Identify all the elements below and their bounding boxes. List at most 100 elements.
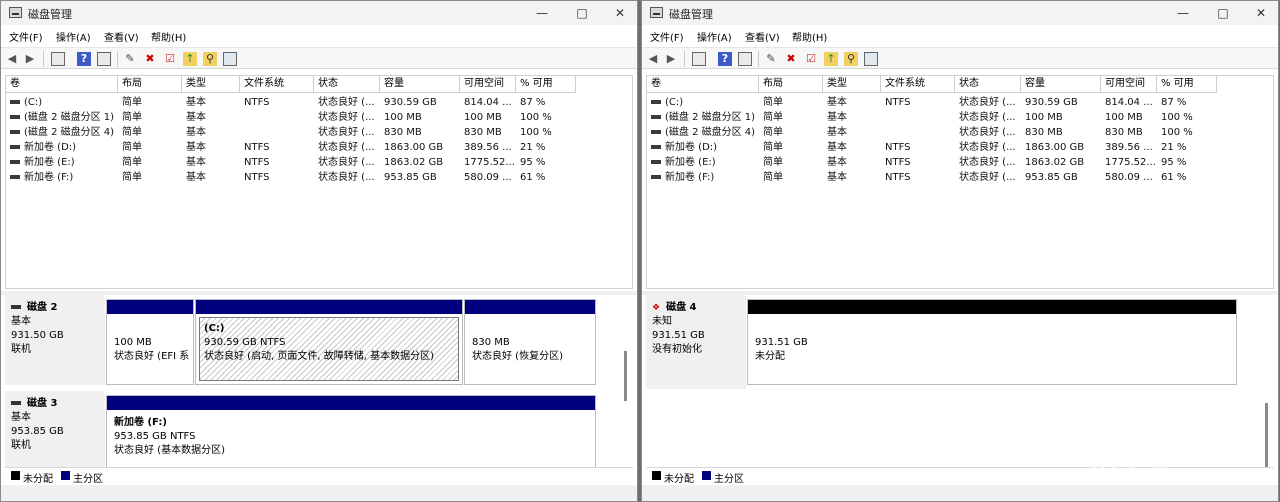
partition-status: 状态良好 (EFI 系 [114, 351, 190, 362]
connect-icon[interactable]: ✎ [123, 52, 137, 66]
folder-up-icon[interactable]: ↑ [183, 52, 197, 66]
disk-icon [11, 401, 21, 405]
cell-text: 简单 [122, 172, 142, 183]
cell-text: 新加卷 (E:) [24, 157, 75, 168]
column-header-layout[interactable]: 布局 [759, 76, 823, 93]
checklist-icon[interactable]: ☑ [804, 52, 818, 66]
partition-status: 状态良好 (恢复分区) [472, 351, 563, 362]
cell-text: 100 % [520, 112, 552, 123]
checklist-icon[interactable]: ☑ [163, 52, 177, 66]
cell-status: 状态良好 (... [314, 125, 380, 140]
column-header-free-space[interactable]: 可用空间 [460, 76, 516, 93]
partition-c[interactable]: (C:) 930.59 GB NTFS 状态良好 (启动, 页面文件, 故障转储… [195, 299, 463, 385]
column-header-capacity[interactable]: 容量 [1021, 76, 1101, 93]
help-icon[interactable]: ? [77, 52, 91, 66]
title-bar[interactable]: 磁盘管理 — □ ✕ [642, 1, 1278, 25]
cell-volume: (磁盘 2 磁盘分区 4) [6, 125, 118, 140]
menu-view[interactable]: 查看(V) [745, 29, 780, 44]
disk-3-label[interactable]: 磁盘 3 基本 953.85 GB 联机 [5, 391, 105, 467]
menu-view[interactable]: 查看(V) [104, 29, 139, 44]
menu-file[interactable]: 文件(F) [9, 29, 43, 44]
settings-panel-icon[interactable] [223, 52, 237, 66]
partition-recovery[interactable]: 830 MB 状态良好 (恢复分区) [464, 299, 596, 385]
cell-volume: (C:) [6, 95, 118, 110]
forward-arrow-icon[interactable]: ▶ [23, 52, 37, 66]
menu-help[interactable]: 帮助(H) [792, 29, 827, 44]
cell-layout: 简单 [118, 140, 182, 155]
cell-text: 简单 [122, 112, 142, 123]
disk-size: 931.51 GB [652, 330, 705, 341]
close-button[interactable]: ✕ [1246, 4, 1276, 22]
search-folder-icon[interactable]: ⚲ [203, 52, 217, 66]
graph-scrollbar[interactable] [1265, 403, 1268, 467]
window-title: 磁盘管理 [669, 8, 713, 21]
cell-text: 580.09 ... [464, 172, 512, 183]
menu-help[interactable]: 帮助(H) [151, 29, 186, 44]
column-header-volume[interactable]: 卷 [6, 76, 118, 93]
volume-icon [651, 115, 661, 119]
minimize-button[interactable]: — [1168, 4, 1198, 22]
column-header-type[interactable]: 类型 [823, 76, 881, 93]
cell-volume: (C:) [647, 95, 759, 110]
properties-icon[interactable] [738, 52, 752, 66]
volume-icon [651, 130, 661, 134]
menu-bar: 文件(F) 操作(A) 查看(V) 帮助(H) [1, 27, 637, 45]
disk-4-label[interactable]: ❖ 磁盘 4 未知 931.51 GB 没有初始化 [646, 295, 746, 389]
forward-arrow-icon[interactable]: ▶ [664, 52, 678, 66]
maximize-button[interactable]: □ [567, 4, 597, 22]
help-icon[interactable]: ? [718, 52, 732, 66]
column-header-status[interactable]: 状态 [314, 76, 380, 93]
cell-filesystem [881, 110, 955, 125]
column-header-volume[interactable]: 卷 [647, 76, 759, 93]
title-bar[interactable]: 磁盘管理 — □ ✕ [1, 1, 637, 25]
column-header-layout[interactable]: 布局 [118, 76, 182, 93]
delete-icon[interactable]: ✖ [143, 52, 157, 66]
unallocated-space[interactable]: 931.51 GB 未分配 [747, 299, 1237, 385]
column-header-percent-free[interactable]: % 可用 [516, 76, 576, 93]
cell-capacity: 830 MB [380, 125, 460, 140]
column-header-free-space[interactable]: 可用空间 [1101, 76, 1157, 93]
partition-f[interactable]: 新加卷 (F:) 953.85 GB NTFS 状态良好 (基本数据分区) [106, 395, 596, 467]
properties-icon[interactable] [97, 52, 111, 66]
cell-filesystem: NTFS [881, 95, 955, 110]
partition-name: 新加卷 (F:) [114, 417, 167, 428]
cell-status: 状态良好 (... [314, 170, 380, 185]
column-header-filesystem[interactable]: 文件系统 [240, 76, 314, 93]
menu-file[interactable]: 文件(F) [650, 29, 684, 44]
disk-name: 磁盘 3 [27, 398, 58, 409]
cell-text: (C:) [24, 97, 43, 108]
volume-icon [10, 115, 20, 119]
back-arrow-icon[interactable]: ◀ [646, 52, 660, 66]
volume-icon [10, 100, 20, 104]
back-arrow-icon[interactable]: ◀ [5, 52, 19, 66]
cell-type: 基本 [823, 140, 881, 155]
search-folder-icon[interactable]: ⚲ [844, 52, 858, 66]
disk-2-label[interactable]: 磁盘 2 基本 931.50 GB 联机 [5, 295, 105, 385]
column-header-capacity[interactable]: 容量 [380, 76, 460, 93]
close-button[interactable]: ✕ [605, 4, 635, 22]
menu-action[interactable]: 操作(A) [56, 29, 91, 44]
console-tree-icon[interactable] [51, 52, 65, 66]
cell-text: 1863.00 GB [384, 142, 444, 153]
partition-efi[interactable]: 100 MB 状态良好 (EFI 系 [106, 299, 194, 385]
maximize-button[interactable]: □ [1208, 4, 1238, 22]
column-header-percent-free[interactable]: % 可用 [1157, 76, 1217, 93]
cell-text: (磁盘 2 磁盘分区 4) [24, 127, 115, 138]
minimize-button[interactable]: — [527, 4, 557, 22]
menu-action[interactable]: 操作(A) [697, 29, 732, 44]
cell-text: 1863.02 GB [384, 157, 444, 168]
cell-volume: 新加卷 (E:) [647, 155, 759, 170]
column-header-type[interactable]: 类型 [182, 76, 240, 93]
partition-status: 未分配 [755, 351, 785, 362]
primary-partition-bar [196, 300, 462, 314]
settings-panel-icon[interactable] [864, 52, 878, 66]
connect-icon[interactable]: ✎ [764, 52, 778, 66]
window-title: 磁盘管理 [28, 8, 72, 21]
folder-up-icon[interactable]: ↑ [824, 52, 838, 66]
console-tree-icon[interactable] [692, 52, 706, 66]
column-header-filesystem[interactable]: 文件系统 [881, 76, 955, 93]
delete-icon[interactable]: ✖ [784, 52, 798, 66]
column-header-status[interactable]: 状态 [955, 76, 1021, 93]
cell-text: 基本 [827, 172, 847, 183]
graph-scrollbar[interactable] [624, 351, 627, 401]
